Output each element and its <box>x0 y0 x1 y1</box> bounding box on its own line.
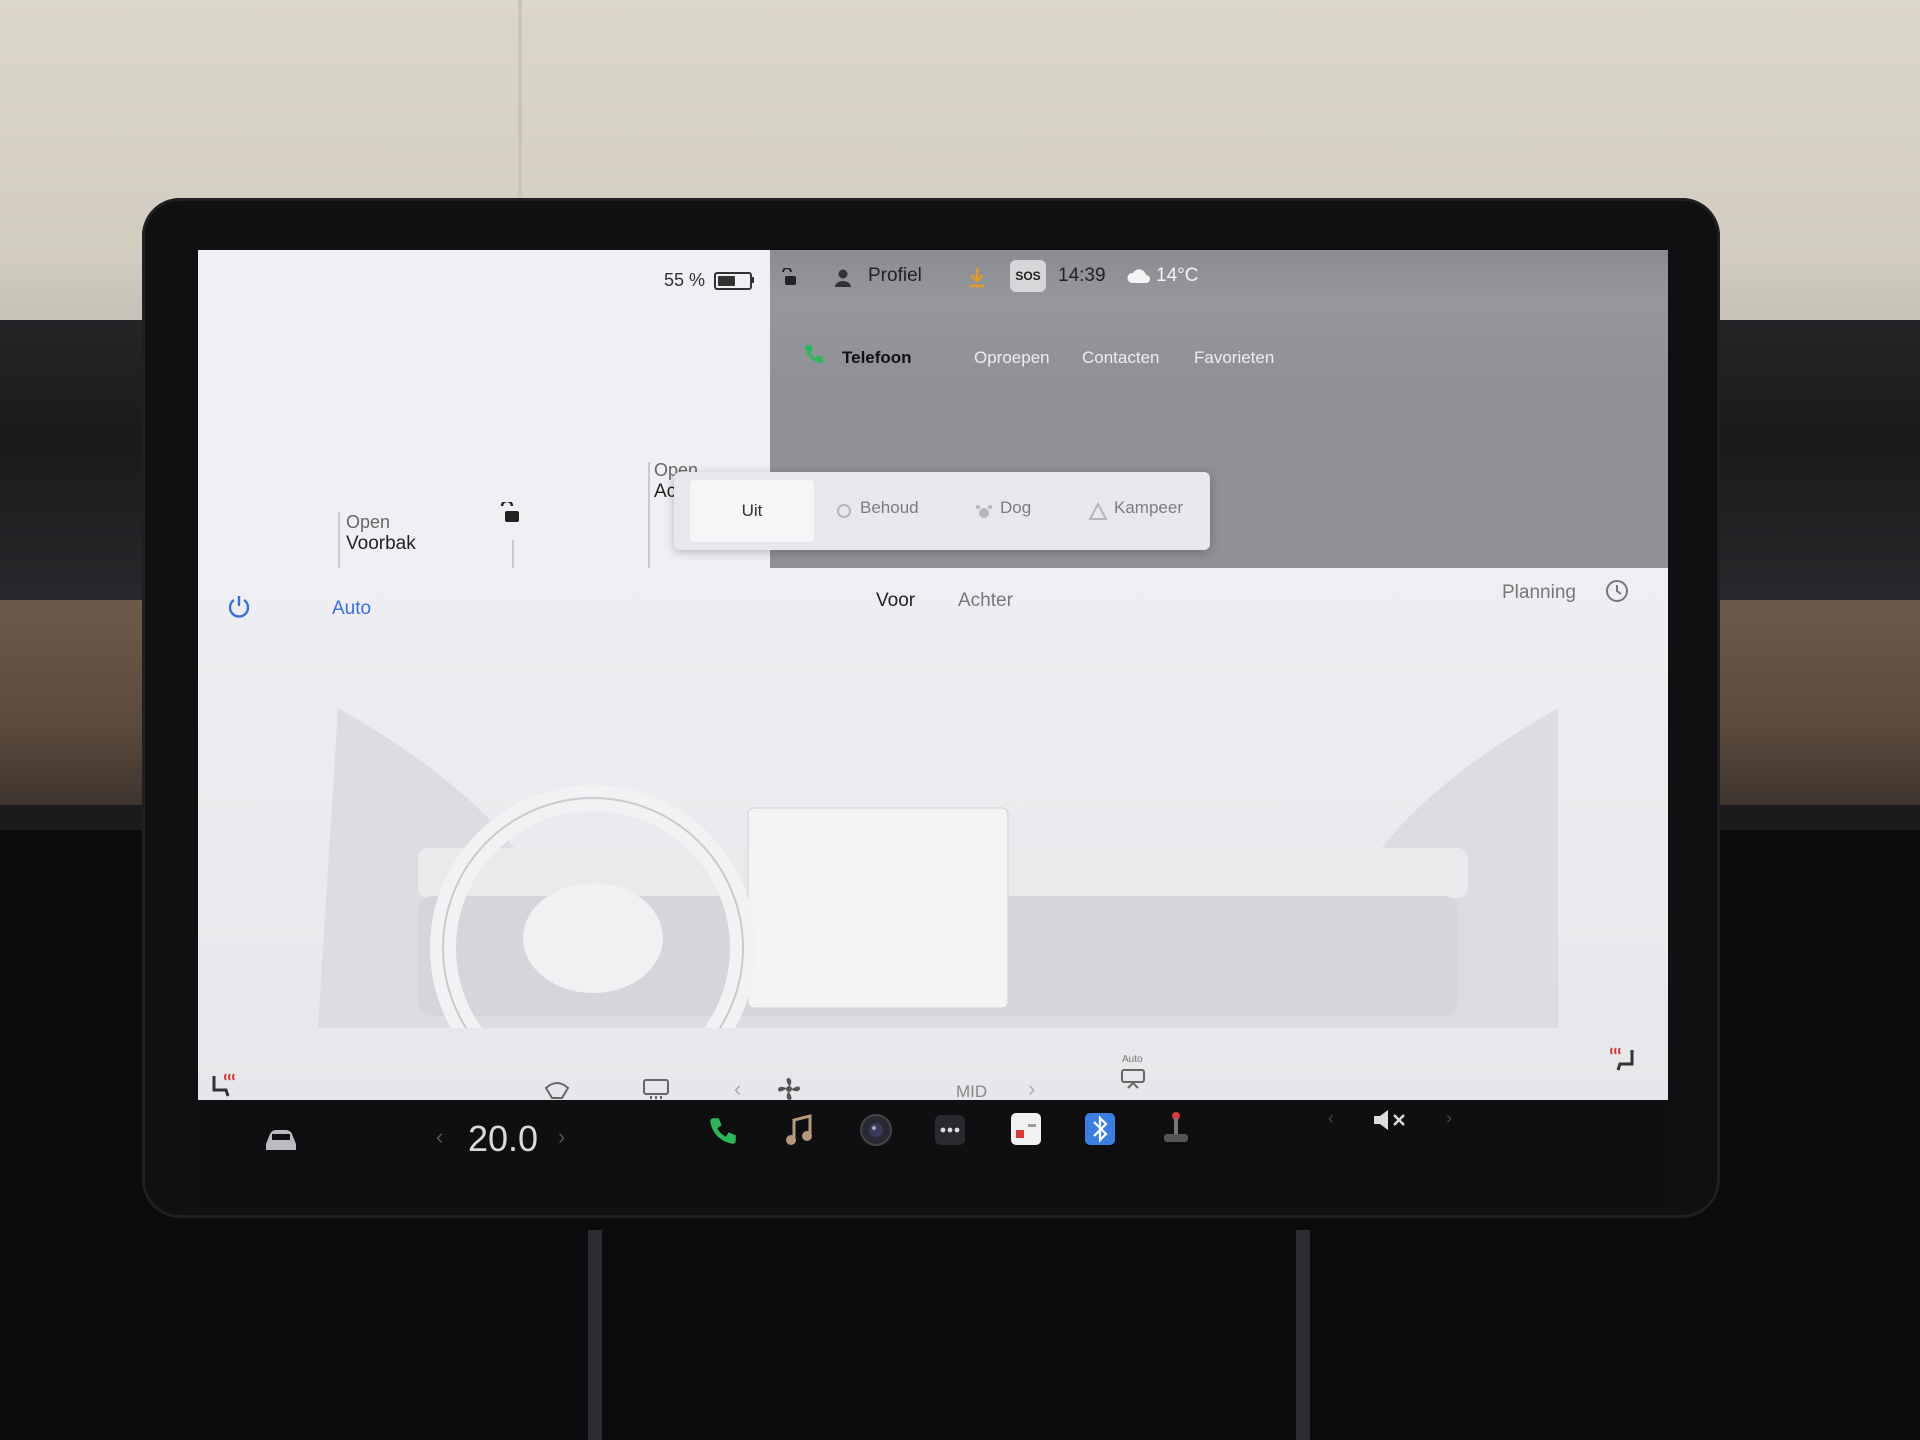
divider <box>338 512 340 568</box>
toybox-app-icon[interactable] <box>1160 1110 1192 1146</box>
battery-tip <box>751 277 754 283</box>
screen-stand-left <box>588 1230 602 1440</box>
camera-app-icon[interactable] <box>858 1112 894 1148</box>
tab-oproepen[interactable]: Oproepen <box>974 348 1050 368</box>
front-defrost-icon[interactable] <box>544 1078 570 1100</box>
tab-favorieten[interactable]: Favorieten <box>1194 348 1274 368</box>
auto-mode-button[interactable]: Auto <box>332 598 371 620</box>
fan-speed-label: MID <box>956 1082 988 1100</box>
phone-app-icon[interactable] <box>706 1114 740 1148</box>
unlock-icon[interactable] <box>498 502 520 524</box>
temp-decrease-icon[interactable]: ‹ <box>436 1124 443 1150</box>
keeper-option-uit[interactable]: Uit <box>690 480 814 542</box>
music-app-icon[interactable] <box>784 1114 814 1148</box>
tent-icon <box>1088 502 1108 520</box>
rear-defrost-icon[interactable] <box>642 1078 670 1100</box>
temp-increase-icon[interactable]: › <box>558 1124 565 1150</box>
download-icon[interactable] <box>968 266 986 288</box>
tab-contacten[interactable]: Contacten <box>1082 348 1160 368</box>
clock-icon[interactable] <box>1604 578 1630 604</box>
tab-voor[interactable]: Voor <box>876 590 915 612</box>
touchscreen: 55 % Open Voorbak Open Ac Profiel SOS 14… <box>198 250 1668 1100</box>
cabin-temperature: 20.0 <box>468 1118 539 1159</box>
bluetooth-app-icon[interactable] <box>1084 1112 1116 1146</box>
keeper-option-dog[interactable]: Dog <box>1000 498 1031 518</box>
climate-panel: Auto Voor Achter Planning ‹ MID › Auto <box>198 568 1668 1100</box>
climate-keeper-popup: Uit Behoud Dog Kampeer <box>674 472 1210 550</box>
clock: 14:39 <box>1058 265 1106 286</box>
divider <box>648 462 650 580</box>
dog-icon <box>976 505 992 518</box>
car-icon[interactable] <box>262 1126 300 1154</box>
profile-icon <box>835 269 851 287</box>
seat-heater-right-icon[interactable] <box>1608 1044 1638 1074</box>
battery-level-fill <box>718 276 735 286</box>
tab-achter[interactable]: Achter <box>958 590 1013 612</box>
battery-icon <box>714 272 752 290</box>
outside-temperature: 14°C <box>1156 265 1199 286</box>
volume-decrease-icon[interactable]: ‹ <box>1328 1108 1334 1129</box>
fan-increase-icon[interactable]: › <box>1028 1076 1035 1100</box>
seat-heater-left-icon[interactable] <box>208 1070 238 1100</box>
battery-percent: 55 % <box>664 270 706 290</box>
planning-button[interactable]: Planning <box>1502 582 1576 604</box>
screen-stand-right <box>1296 1230 1310 1440</box>
frunk-name-label: Voorbak <box>346 533 416 554</box>
open-frunk-button[interactable]: Open Voorbak <box>346 512 416 555</box>
weather-cloud-icon <box>1127 269 1150 283</box>
tab-telefoon[interactable]: Telefoon <box>842 348 912 368</box>
fan-mode-icon <box>837 504 851 518</box>
keeper-option-behoud[interactable]: Behoud <box>860 498 919 518</box>
power-icon[interactable] <box>226 594 252 620</box>
more-apps-icon[interactable] <box>934 1114 966 1146</box>
phone-icon <box>805 345 823 363</box>
airflow-icon[interactable] <box>1120 1068 1146 1090</box>
sos-button[interactable]: SOS <box>1010 260 1046 292</box>
volume-increase-icon[interactable]: › <box>1446 1108 1452 1129</box>
cabin-illustration <box>318 708 1558 1028</box>
keeper-option-kampeer[interactable]: Kampeer <box>1114 498 1183 518</box>
calendar-app-icon[interactable] <box>1010 1112 1042 1146</box>
frunk-open-label: Open <box>346 512 391 532</box>
profile-button[interactable]: Profiel <box>868 265 922 287</box>
lock-status-icon[interactable] <box>780 268 798 286</box>
fan-icon <box>778 1078 800 1100</box>
fan-decrease-icon[interactable]: ‹ <box>734 1076 741 1100</box>
mute-icon[interactable] <box>1372 1108 1406 1132</box>
airflow-auto-label: Auto <box>1122 1054 1143 1065</box>
